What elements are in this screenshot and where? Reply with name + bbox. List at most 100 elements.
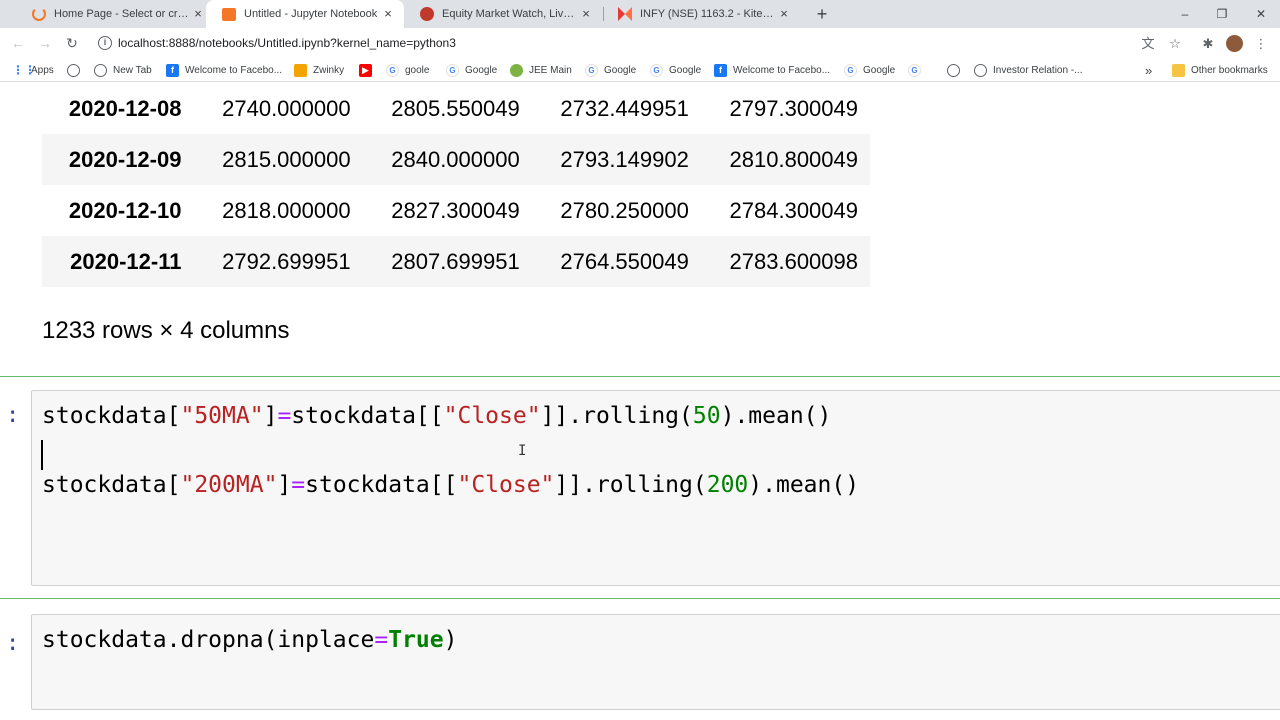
table-cell: 2840.000000 bbox=[391, 146, 520, 172]
bookmark-label: Welcome to Facebo... bbox=[733, 64, 831, 76]
table-cell: 2797.300049 bbox=[729, 95, 858, 121]
code-cell-rolling-mean[interactable]: : stockdata["50MA"]=stockdata[["Close"]]… bbox=[0, 376, 1280, 596]
bookmark-youtube[interactable]: ▶ bbox=[359, 62, 378, 78]
tab-label: Home Page - Select or create a n bbox=[54, 8, 190, 20]
notebook-area[interactable]: 2020-12-08 2740.000000 2805.550049 2732.… bbox=[0, 83, 1280, 720]
bookmark-google-3[interactable]: G Google bbox=[650, 62, 701, 78]
table-cell: 2780.250000 bbox=[560, 197, 689, 223]
globe-icon bbox=[974, 63, 987, 77]
back-button[interactable]: ← bbox=[8, 33, 28, 53]
table-cell: 2807.699951 bbox=[391, 248, 520, 274]
bookmark-apps[interactable]: ⋮⋮ Apps bbox=[12, 62, 54, 78]
table-cell: 2740.000000 bbox=[222, 95, 351, 121]
bookmark-google-4[interactable]: G Google bbox=[844, 62, 895, 78]
bookmark-google-5[interactable]: G bbox=[908, 62, 927, 78]
code-editor[interactable]: stockdata["50MA"]=stockdata[["Close"]].r… bbox=[31, 390, 1280, 586]
dataframe-shape-text: 1233 rows × 4 columns bbox=[42, 317, 290, 344]
close-icon[interactable]: × bbox=[380, 6, 396, 22]
table-cell: 2805.550049 bbox=[391, 95, 520, 121]
bookmark-goole[interactable]: Ggoole bbox=[386, 62, 429, 78]
code-editor[interactable]: stockdata.dropna(inplace=True) bbox=[31, 614, 1280, 710]
bookmarks-bar: ⋮⋮ Apps New Tab f Welcome to Facebo... Zwi… bbox=[0, 58, 1280, 82]
other-bookmarks[interactable]: Other bookmarks bbox=[1172, 62, 1268, 78]
info-icon[interactable]: i bbox=[98, 36, 112, 50]
table-cell: 2784.300049 bbox=[729, 197, 858, 223]
bookmark-google-2[interactable]: G Google bbox=[585, 62, 636, 78]
code-token: stockdata.dropna(inplace bbox=[42, 627, 375, 653]
code-token: "Close" bbox=[457, 472, 555, 498]
code-token: "Close" bbox=[443, 403, 541, 429]
reload-button[interactable]: ↻ bbox=[62, 33, 82, 53]
code-token: ) bbox=[443, 627, 458, 653]
tab-equity-market-watch[interactable]: Equity Market Watch, Live Nifty & × bbox=[404, 0, 602, 28]
cell-prompt: : bbox=[6, 631, 20, 656]
code-token: "50MA" bbox=[180, 403, 264, 429]
puzzle-icon[interactable]: ✱ bbox=[1199, 35, 1217, 53]
dataframe-output-table: 2020-12-08 2740.000000 2805.550049 2732.… bbox=[42, 83, 870, 287]
restore-button[interactable]: ❐ bbox=[1207, 4, 1237, 24]
code-line-3: stockdata["200MA"]=stockdata[["Close"]].… bbox=[42, 472, 859, 498]
address-bar[interactable]: i bbox=[90, 31, 1190, 55]
url-input[interactable] bbox=[118, 33, 1128, 53]
table-row: 2020-12-08 2740.000000 2805.550049 2732.… bbox=[42, 83, 870, 134]
row-index: 2020-12-09 bbox=[68, 146, 182, 172]
code-token: stockdata[[ bbox=[305, 472, 458, 498]
google-icon: G bbox=[650, 63, 663, 77]
minimize-button[interactable]: – bbox=[1170, 4, 1200, 24]
tab-infy-kite-chart[interactable]: INFY (NSE) 1163.2 - Kite Chart × bbox=[602, 0, 800, 28]
bookmark-globe[interactable] bbox=[67, 62, 86, 78]
code-token: = bbox=[374, 627, 389, 653]
bookmark-globe-2[interactable] bbox=[947, 62, 966, 78]
youtube-icon: ▶ bbox=[359, 63, 372, 77]
close-icon[interactable]: × bbox=[578, 6, 594, 22]
bookmark-google-1[interactable]: G Google bbox=[446, 62, 497, 78]
star-icon[interactable]: ☆ bbox=[1166, 35, 1184, 53]
translate-icon[interactable]: 文 bbox=[1139, 35, 1157, 53]
bookmark-label: Google bbox=[669, 64, 702, 76]
bookmark-investor-relation[interactable]: Investor Relation -... bbox=[974, 62, 1082, 78]
zwinky-icon bbox=[294, 63, 307, 77]
table-cell: 2818.000000 bbox=[222, 197, 351, 223]
table-row: 2020-12-11 2792.699951 2807.699951 2764.… bbox=[42, 236, 870, 287]
new-tab-button[interactable]: + bbox=[812, 4, 832, 24]
close-icon[interactable]: × bbox=[776, 6, 792, 22]
table-cell: 2815.000000 bbox=[222, 146, 351, 172]
table-cell: 2793.149902 bbox=[560, 146, 689, 172]
bookmark-label: Zwinky bbox=[313, 64, 345, 76]
google-icon: G bbox=[844, 63, 857, 77]
code-token: "200MA" bbox=[180, 472, 278, 498]
code-token: ]].rolling( bbox=[554, 472, 707, 498]
text-cursor bbox=[41, 440, 43, 470]
code-token: = bbox=[277, 403, 292, 429]
row-index: 2020-12-08 bbox=[68, 95, 182, 121]
avatar[interactable] bbox=[1226, 35, 1243, 52]
bookmark-label: Google bbox=[465, 64, 498, 76]
forward-button[interactable]: → bbox=[35, 33, 55, 53]
table-cell: 2783.600098 bbox=[729, 248, 858, 274]
close-icon[interactable]: × bbox=[190, 6, 206, 22]
code-token: stockdata[ bbox=[42, 472, 181, 498]
bookmark-facebook-1[interactable]: f Welcome to Facebo... bbox=[166, 62, 282, 78]
tab-untitled-jupyter-notebook[interactable]: Untitled - Jupyter Notebook × bbox=[206, 0, 404, 28]
row-index: 2020-12-10 bbox=[68, 197, 182, 223]
jee-icon bbox=[510, 63, 523, 77]
code-line-1: stockdata.dropna(inplace=True) bbox=[42, 627, 457, 653]
facebook-icon: f bbox=[166, 63, 179, 77]
bookmarks-overflow-button[interactable]: » bbox=[1145, 62, 1152, 78]
code-cell-dropna[interactable]: : stockdata.dropna(inplace=True) bbox=[0, 598, 1280, 720]
bookmark-label: New Tab bbox=[113, 64, 152, 76]
browser-toolbar: ← → ↻ i bbox=[0, 28, 1280, 58]
bookmark-jee-main[interactable]: JEE Main bbox=[510, 62, 572, 78]
code-token: 200 bbox=[706, 472, 749, 498]
bookmark-facebook-2[interactable]: f Welcome to Facebo... bbox=[714, 62, 830, 78]
tab-home-page[interactable]: Home Page - Select or create a n × bbox=[16, 0, 214, 28]
bookmark-new-tab[interactable]: New Tab bbox=[94, 62, 152, 78]
bookmark-label: Google bbox=[604, 64, 637, 76]
notebook-favicon-icon bbox=[222, 7, 236, 21]
table-cell: 2827.300049 bbox=[391, 197, 520, 223]
table-cell: 2792.699951 bbox=[222, 248, 351, 274]
close-window-button[interactable]: ✕ bbox=[1246, 4, 1276, 24]
google-icon: G bbox=[585, 63, 598, 77]
kebab-menu-icon[interactable]: ⋮ bbox=[1252, 35, 1270, 53]
bookmark-zwinky[interactable]: Zwinky bbox=[294, 62, 344, 78]
